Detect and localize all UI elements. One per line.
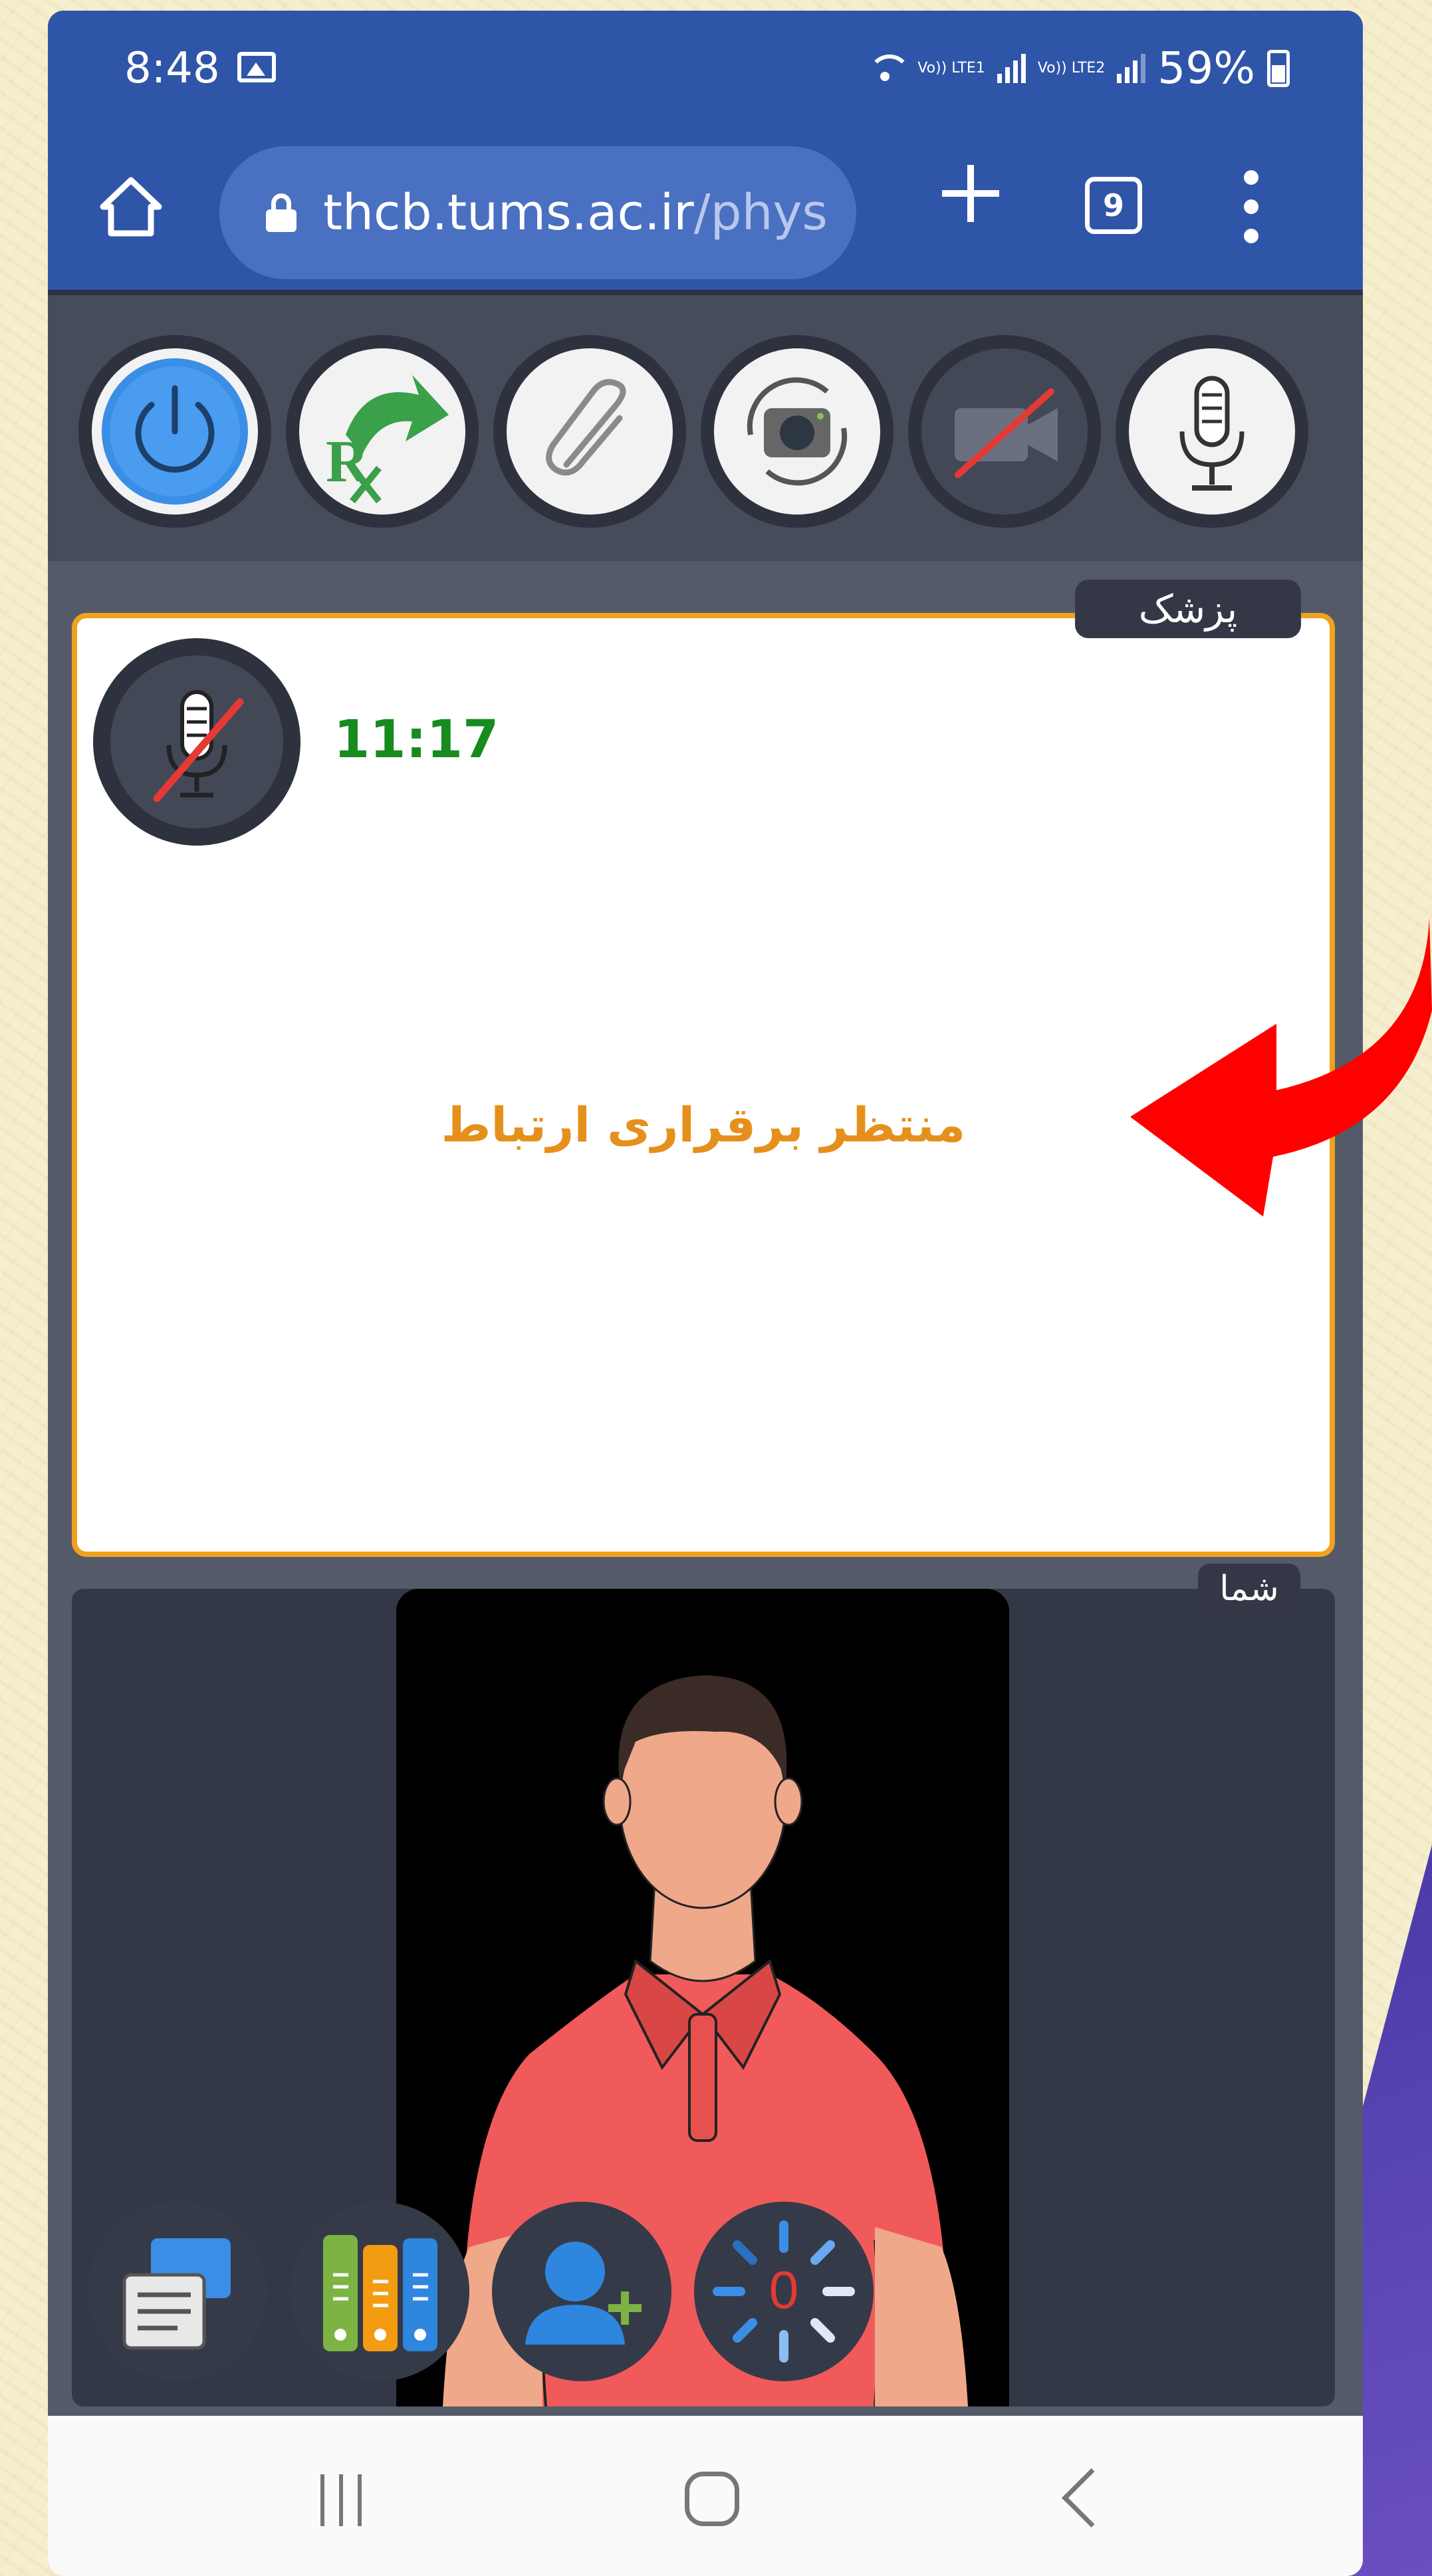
invite-participant-button[interactable] [492, 2202, 671, 2381]
add-person-icon [525, 2242, 642, 2345]
lte1-label: Vo)) LTE1 [917, 59, 985, 76]
microphone-button-face [1129, 348, 1295, 515]
red-arrow-annotation [1130, 917, 1432, 1217]
battery-percent: 59% [1157, 43, 1255, 94]
doctor-label: پزشک [1075, 580, 1301, 638]
back-button[interactable] [1061, 2468, 1122, 2528]
browser-menu-button[interactable] [1238, 170, 1264, 243]
prescription-icon: R [326, 375, 449, 504]
records-icon [323, 2235, 437, 2351]
plus-icon [942, 165, 999, 222]
video-off-icon [955, 388, 1058, 478]
home-button[interactable] [94, 170, 168, 243]
system-navigation-bar [48, 2416, 1363, 2576]
status-time: 8:48 [124, 44, 220, 93]
status-indicators: Vo)) LTE1 Vo)) LTE2 59% [866, 43, 1290, 94]
microphone-button[interactable] [1116, 335, 1308, 528]
prescription-button-face: R [299, 348, 465, 515]
gallery-notification-icon [237, 52, 276, 82]
call-toolbar: R [48, 295, 1363, 561]
url-text: thcb.tums.ac.ir/phys [323, 184, 828, 241]
switch-camera-button-face [714, 348, 880, 515]
loading-spinner-icon: 0 [705, 2213, 862, 2370]
battery-icon [1267, 49, 1290, 87]
new-tab-button[interactable] [924, 157, 1017, 250]
home-nav-button[interactable] [685, 2472, 739, 2526]
paperclip-icon [546, 379, 626, 476]
medical-records-button[interactable] [290, 2202, 469, 2381]
browser-chrome: 8:48 Vo)) LTE1 Vo)) LTE2 59% thcb.tums.a… [48, 11, 1363, 290]
home-icon [100, 177, 162, 237]
web-content: 11:17 منتظر برقراری ارتباط پزشک شما 0 [48, 561, 1363, 2416]
address-bar-row: thcb.tums.ac.ir/phys 9 [48, 130, 1363, 279]
call-timer: 11:17 [334, 710, 499, 770]
power-icon [102, 358, 248, 505]
microphone-icon [1179, 376, 1245, 491]
switch-camera-icon [747, 377, 848, 486]
microphone-muted-icon [153, 690, 244, 802]
connection-status-indicator: 0 [694, 2202, 874, 2381]
doctor-mic-status [93, 638, 300, 846]
tab-switcher-button[interactable]: 9 [1085, 177, 1142, 234]
lock-icon [266, 193, 297, 232]
status-bar: 8:48 Vo)) LTE1 Vo)) LTE2 59% [48, 11, 1363, 124]
connection-counter: 0 [769, 2260, 799, 2319]
url-host: thcb.tums.ac.ir [323, 184, 694, 241]
attach-file-button[interactable] [493, 335, 686, 528]
chat-icon [122, 2238, 231, 2350]
end-call-button-face [92, 348, 258, 515]
signal-bars-icon [997, 53, 1026, 83]
url-path: /phys [693, 184, 828, 241]
doctor-mic-status-face [110, 655, 283, 828]
url-bar[interactable]: thcb.tums.ac.ir/phys [219, 146, 856, 279]
video-toggle-button[interactable] [908, 335, 1101, 528]
attach-file-button-face [507, 348, 673, 515]
prescription-button[interactable]: R [286, 335, 479, 528]
recent-apps-button[interactable] [320, 2474, 362, 2526]
phone-screen: 8:48 Vo)) LTE1 Vo)) LTE2 59% thcb.tums.a… [48, 11, 1363, 2576]
video-toggle-button-face [921, 348, 1088, 515]
wifi-icon [866, 52, 911, 85]
switch-camera-button[interactable] [701, 335, 894, 528]
self-label: شما [1198, 1564, 1300, 1614]
signal-bars-icon [1117, 53, 1146, 83]
chat-button[interactable] [88, 2202, 267, 2381]
end-call-button[interactable] [78, 335, 271, 528]
lte2-label: Vo)) LTE2 [1037, 59, 1106, 76]
